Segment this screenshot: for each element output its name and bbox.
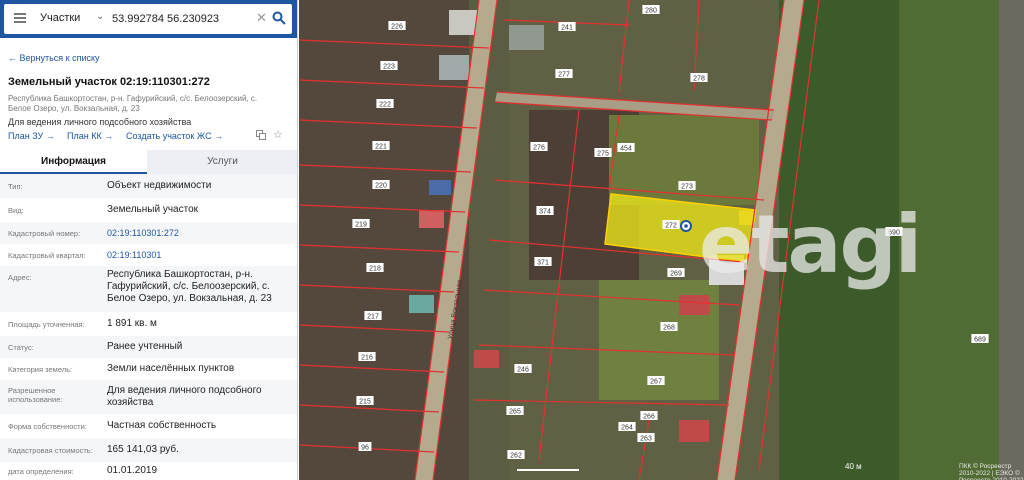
parcel-number-label[interactable]: 262 — [510, 453, 522, 460]
info-row-valuation-date: дата определения: 01.01.2019 — [0, 462, 297, 480]
search-icon[interactable] — [272, 11, 286, 25]
copy-icon[interactable] — [256, 130, 266, 140]
plan-kk-link[interactable]: План КК → — [67, 131, 113, 141]
info-row-address: Адрес: Республика Башкортостан, р-н. Гаф… — [0, 266, 297, 312]
info-row-cadastral-block: Кадастровый квартал: 02:19:110301 — [0, 244, 297, 266]
parcel-number-label[interactable]: 267 — [650, 379, 662, 386]
row-label: Вид: — [8, 206, 24, 215]
info-row-cadastral-value: Кадастровая стоимость: 165 141,03 руб. — [0, 438, 297, 462]
cadastral-block-link[interactable]: 02:19:110301 — [107, 249, 295, 261]
parcel-number-label[interactable]: 275 — [597, 151, 609, 158]
parcel-number-label[interactable]: 276 — [533, 145, 545, 152]
search-box: Участки ⌄ ✕ — [4, 4, 292, 34]
parcel-number-label[interactable]: 269 — [670, 271, 682, 278]
parcel-number-label[interactable]: 263 — [640, 436, 652, 443]
search-bar: Участки ⌄ ✕ — [0, 0, 297, 38]
search-input[interactable] — [112, 10, 254, 28]
row-label: Категория земель: — [8, 365, 73, 374]
parcel-address: Республика Башкортостан, р-н. Гафурийски… — [8, 94, 258, 113]
etagi-watermark: etagi — [699, 198, 922, 291]
parcel-number-label[interactable]: 265 — [509, 409, 521, 416]
cadastral-number-link[interactable]: 02:19:110301:272 — [107, 227, 295, 239]
parcel-number-label[interactable]: 216 — [361, 355, 373, 362]
row-value: Ранее учтенный — [107, 341, 183, 352]
tab-information[interactable]: Информация — [0, 150, 147, 174]
row-value: 1 891 кв. м — [107, 318, 157, 329]
map-copyright: ПКК © Росреестр 2010-2022 | ЕЭКО © Росре… — [959, 463, 1024, 480]
parcel-number-label[interactable]: 219 — [355, 222, 367, 229]
menu-icon[interactable] — [14, 13, 26, 23]
row-label: Статус: — [8, 343, 34, 352]
info-row-land-category: Категория земель: Земли населённых пункт… — [0, 358, 297, 380]
parcel-number-label[interactable]: 264 — [621, 425, 633, 432]
create-parcel-link[interactable]: Создать участок ЖС → — [126, 131, 223, 141]
plan-zu-link[interactable]: План ЗУ → — [8, 131, 55, 141]
parcel-number-label[interactable]: 268 — [663, 325, 675, 332]
row-value: Частная собственность — [107, 420, 217, 431]
parcel-title: Земельный участок 02:19:110301:272 — [8, 76, 210, 88]
row-value: Объект недвижимости — [107, 180, 212, 191]
parcel-number-label[interactable]: 266 — [643, 414, 655, 421]
parcel-number-label[interactable]: 241 — [561, 25, 573, 32]
parcel-number-label[interactable]: 280 — [645, 8, 657, 15]
info-row-type: Тип: Объект недвижимости — [0, 174, 297, 198]
parcel-number-label[interactable]: 689 — [974, 337, 986, 344]
parcel-number-label[interactable]: 218 — [369, 266, 381, 273]
map-view[interactable]: 280 278 277 241 226 223 222 221 220 219 218 217 216 2… — [299, 0, 1024, 480]
parcel-number-label[interactable]: 277 — [558, 72, 570, 79]
parcel-number-label[interactable]: 278 — [693, 76, 705, 83]
info-row-kind: Вид: Земельный участок — [0, 198, 297, 222]
row-value: 01.01.2019 — [107, 465, 158, 476]
parcel-number-label[interactable]: 374 — [539, 209, 551, 216]
row-label: Адрес: — [8, 273, 32, 282]
parcel-number-label[interactable]: 273 — [681, 184, 693, 191]
star-icon[interactable]: ☆ — [273, 128, 283, 141]
row-label: Площадь уточненная: — [8, 320, 85, 329]
chevron-down-icon[interactable]: ⌄ — [96, 11, 104, 22]
row-value: 165 141,03 руб. — [107, 444, 179, 455]
info-row-permitted-use: Разрешенное использование: Для ведения л… — [0, 380, 297, 414]
row-label: Форма собственности: — [8, 422, 87, 431]
parcel-number-label[interactable]: 454 — [620, 146, 632, 153]
row-label: Кадастровый номер: — [8, 229, 81, 238]
info-row-area: Площадь уточненная: 1 891 кв. м — [0, 312, 297, 336]
parcel-number-label[interactable]: 217 — [367, 314, 379, 321]
info-panel: Участки ⌄ ✕ ← Вернуться к списку Земельн… — [0, 0, 298, 480]
parcel-number-label[interactable]: 220 — [375, 183, 387, 190]
info-row-status: Статус: Ранее учтенный — [0, 336, 297, 358]
layer-select[interactable]: Участки — [40, 12, 80, 24]
parcel-number-label[interactable]: 222 — [379, 102, 391, 109]
row-label: Кадастровый квартал: — [8, 251, 86, 260]
parcel-purpose: Для ведения личного подсобного хозяйства — [8, 117, 192, 127]
parcel-number-label[interactable]: 215 — [359, 399, 371, 406]
parcel-number-label[interactable]: 272 — [665, 223, 677, 230]
row-value: Земли населённых пунктов — [107, 363, 235, 374]
parcel-number-label[interactable]: 96 — [361, 445, 369, 452]
parcel-number-label[interactable]: 226 — [391, 24, 403, 31]
scale-bar: 40 м — [845, 462, 862, 471]
tab-services[interactable]: Услуги — [147, 150, 297, 174]
row-label: дата определения: — [8, 467, 74, 476]
parcel-number-label[interactable]: 221 — [375, 144, 387, 151]
info-row-ownership: Форма собственности: Частная собственнос… — [0, 414, 297, 438]
row-value: Земельный участок — [107, 204, 199, 215]
parcel-number-label[interactable]: 371 — [537, 260, 549, 267]
row-value: Республика Башкортостан, р-н. Гафурийски… — [107, 269, 272, 304]
row-label: Кадастровая стоимость: — [8, 446, 93, 455]
row-label: Тип: — [8, 182, 23, 191]
back-to-list-link[interactable]: ← Вернуться к списку — [8, 53, 100, 63]
tabs: Информация Услуги — [0, 150, 297, 174]
row-value: Для ведения личного подсобного хозяйства — [107, 385, 262, 408]
parcel-number-label[interactable]: 223 — [383, 64, 395, 71]
close-icon[interactable]: ✕ — [256, 10, 267, 26]
row-label: Разрешенное использование: — [8, 386, 63, 404]
parcel-number-label[interactable]: 246 — [517, 367, 529, 374]
info-row-cadastral-number: Кадастровый номер: 02:19:110301:272 — [0, 222, 297, 244]
